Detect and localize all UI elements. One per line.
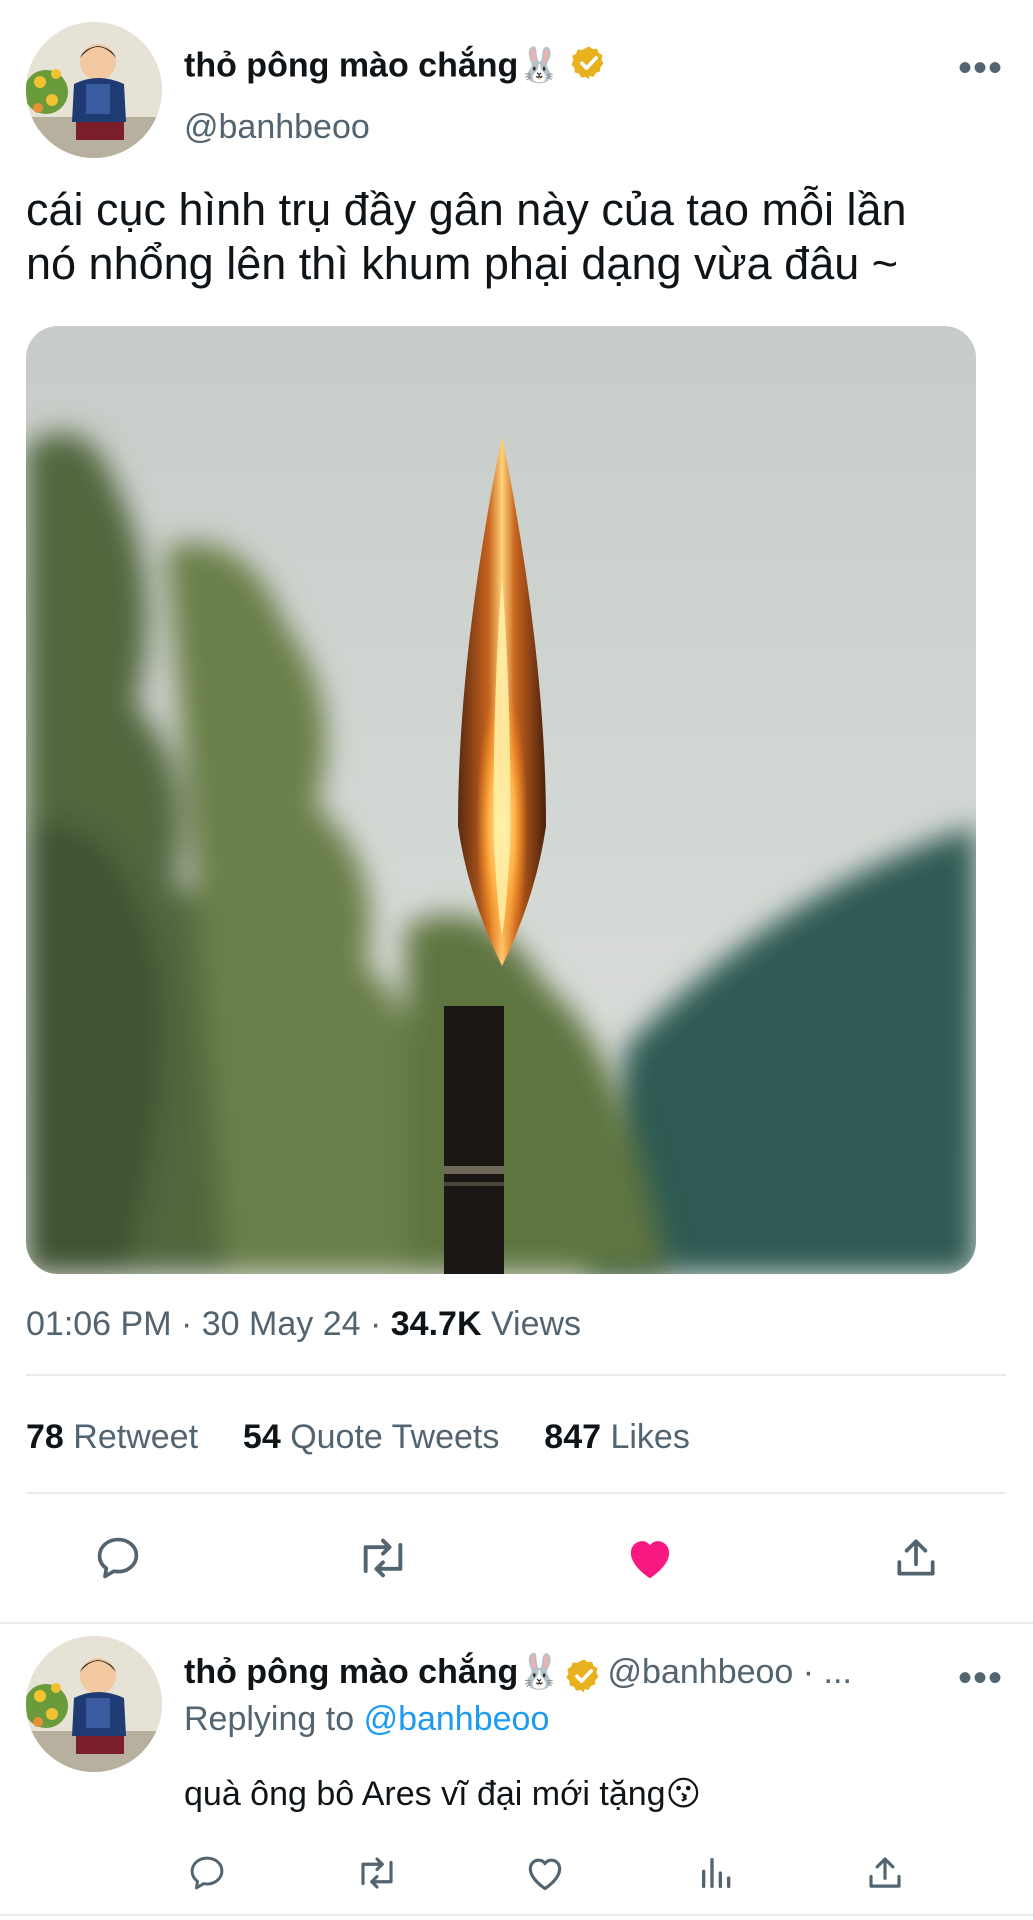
divider bbox=[0, 1914, 1033, 1916]
reply-analytics-button[interactable] bbox=[692, 1848, 742, 1898]
reply-display-name[interactable]: thỏ pông mào chắng🐰 bbox=[184, 1653, 561, 1691]
reply-reply-button[interactable] bbox=[182, 1848, 232, 1898]
tweet-text-line: nó nhổng lên thì khum phại dạng vừa đâu … bbox=[26, 238, 899, 289]
divider bbox=[26, 1492, 1006, 1494]
reply-share-button[interactable] bbox=[860, 1848, 910, 1898]
heart-icon bbox=[528, 1858, 562, 1891]
retweets-stat[interactable]: 78 Retweet bbox=[26, 1418, 198, 1456]
display-name[interactable]: thỏ pông mào chắng🐰 bbox=[184, 46, 561, 84]
tweet-meta: 01:06 PM · 30 May 24 · 34.7K Views bbox=[26, 1305, 581, 1344]
quote-tweets-stat[interactable]: 54 Quote Tweets bbox=[243, 1418, 499, 1456]
avatar[interactable] bbox=[26, 22, 162, 158]
reply-like-button[interactable] bbox=[520, 1848, 570, 1898]
reply-more-options-icon[interactable]: ••• bbox=[958, 1658, 1003, 1698]
divider bbox=[26, 1374, 1006, 1376]
reply-retweet-button[interactable] bbox=[350, 1848, 404, 1898]
reply-button[interactable] bbox=[88, 1528, 148, 1588]
share-button[interactable] bbox=[886, 1528, 946, 1588]
reply-header: thỏ pông mào chắng🐰 @banhbeoo · ... bbox=[184, 1652, 954, 1700]
reply-text: quà ông bô Ares vĩ đại mới tặng😗 bbox=[184, 1775, 702, 1813]
heart-filled-icon bbox=[630, 1541, 670, 1579]
like-button[interactable] bbox=[620, 1528, 680, 1588]
replying-to: Replying to @banhbeoo bbox=[184, 1700, 549, 1739]
tweet-text: cái cục hình trụ đầy gân này của tao mỗi… bbox=[26, 183, 1016, 291]
views-count: 34.7K bbox=[390, 1305, 482, 1343]
replying-to-handle[interactable]: @banhbeoo bbox=[364, 1700, 550, 1738]
separator: · bbox=[369, 1305, 382, 1343]
verified-badge-icon bbox=[570, 44, 608, 91]
reply-icon bbox=[190, 1856, 224, 1890]
separator: · bbox=[180, 1305, 193, 1343]
tweet-time[interactable]: 01:06 PM bbox=[26, 1305, 172, 1343]
reply-handle[interactable]: @banhbeoo · ... bbox=[608, 1653, 852, 1691]
replying-to-label: Replying to bbox=[184, 1700, 355, 1738]
tweet-date[interactable]: 30 May 24 bbox=[202, 1305, 361, 1343]
analytics-icon bbox=[702, 1858, 731, 1888]
tweet-stats: 78 Retweet 54 Quote Tweets 847 Likes bbox=[26, 1418, 690, 1457]
retweet-icon bbox=[363, 1538, 403, 1578]
share-icon bbox=[869, 1857, 901, 1888]
tweet-text-line: cái cục hình trụ đầy gân này của tao mỗi… bbox=[26, 184, 907, 235]
likes-stat[interactable]: 847 Likes bbox=[544, 1418, 690, 1456]
retweet-icon bbox=[361, 1857, 393, 1889]
verified-badge-icon bbox=[565, 1657, 603, 1700]
divider bbox=[0, 1622, 1033, 1624]
share-icon bbox=[897, 1539, 935, 1576]
reply-avatar[interactable] bbox=[26, 1636, 162, 1772]
user-handle[interactable]: @banhbeoo bbox=[184, 108, 370, 147]
views-label: Views bbox=[490, 1305, 582, 1343]
tweet-image[interactable] bbox=[26, 326, 976, 1274]
retweet-button[interactable] bbox=[350, 1528, 416, 1588]
reply-icon bbox=[97, 1537, 139, 1579]
more-options-icon[interactable]: ••• bbox=[958, 48, 1003, 88]
